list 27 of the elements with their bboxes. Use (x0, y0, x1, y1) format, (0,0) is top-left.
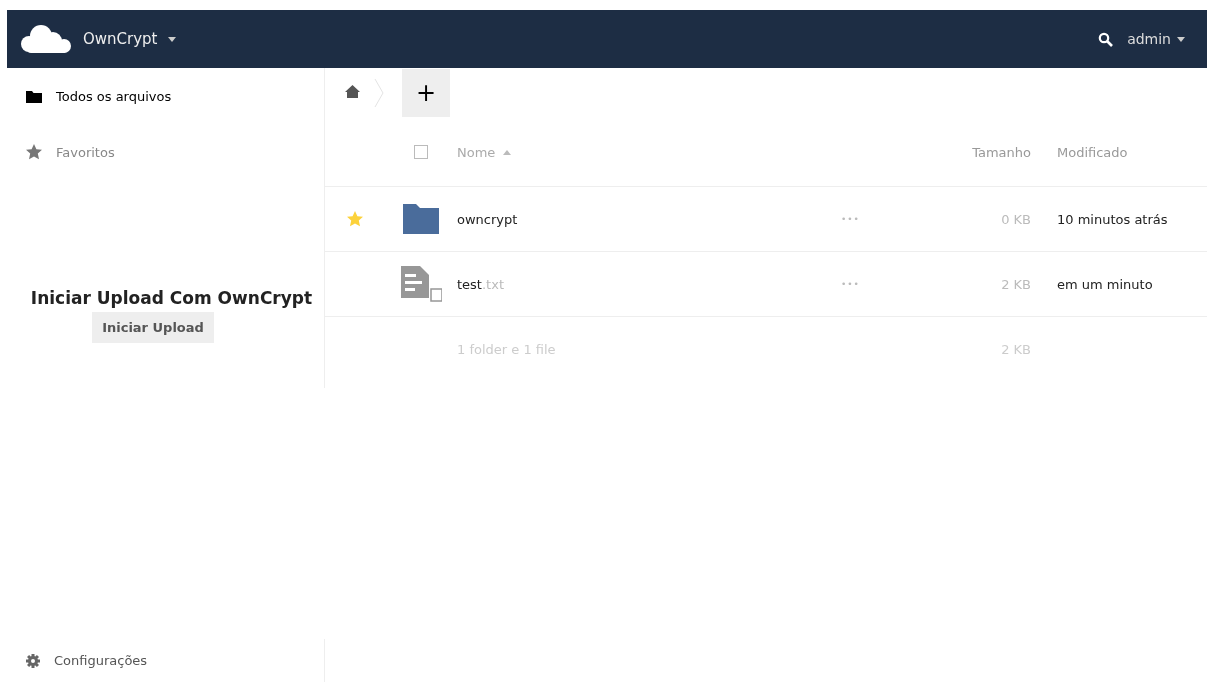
file-size: 0 KB (1000, 211, 1031, 227)
modified-time: em um minuto (1056, 276, 1154, 292)
upload-heading: Iniciar Upload Com OwnCrypt (30, 288, 313, 308)
search-icon (1098, 31, 1114, 47)
chevron-icon (374, 78, 384, 108)
file-name[interactable]: owncrypt (457, 211, 841, 227)
home-icon (345, 85, 360, 98)
file-size: 2 KB (1000, 276, 1031, 292)
new-button[interactable]: + (402, 69, 450, 117)
sidebar-item[interactable]: Favoritos (7, 124, 324, 180)
upload-button[interactable]: Iniciar Upload (92, 312, 214, 343)
app-menu[interactable]: OwnCrypt (7, 24, 176, 54)
settings-link[interactable]: Configurações (7, 645, 148, 676)
text-file-icon (400, 266, 442, 302)
file-name[interactable]: test.txt (457, 276, 841, 292)
settings-icon (26, 653, 40, 668)
folder-icon (26, 89, 42, 103)
caret-icon (1177, 36, 1185, 42)
modified-time: 10 minutos atrás (1056, 211, 1169, 227)
cloud-logo (19, 24, 73, 54)
select-all-checkbox[interactable] (414, 145, 428, 159)
sort-icon (503, 149, 512, 155)
sidebar-item[interactable]: Todos os arquivos (7, 68, 324, 124)
user-menu[interactable]: admin (1127, 31, 1185, 47)
folder-icon (403, 204, 439, 234)
star-icon (26, 144, 42, 160)
caret-icon (167, 36, 176, 42)
